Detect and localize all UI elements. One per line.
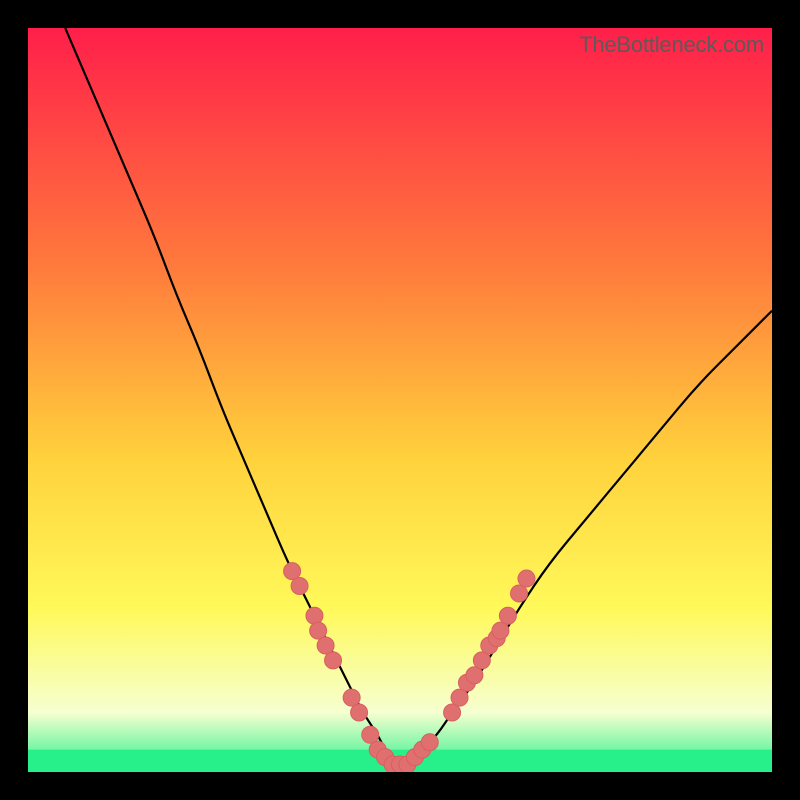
curve-marker	[499, 607, 516, 624]
chart-frame: TheBottleneck.com	[28, 28, 772, 772]
curve-marker	[343, 689, 360, 706]
curve-marker	[492, 622, 509, 639]
curve-marker	[306, 607, 323, 624]
curve-marker	[444, 704, 461, 721]
curve-marker	[466, 667, 483, 684]
curve-marker	[451, 689, 468, 706]
curve-marker	[473, 652, 490, 669]
curve-marker	[511, 585, 528, 602]
curve-marker	[421, 734, 438, 751]
curve-marker	[325, 652, 342, 669]
watermark-text: TheBottleneck.com	[579, 32, 764, 58]
curve-marker	[291, 578, 308, 595]
curve-marker	[362, 726, 379, 743]
curve-marker	[518, 570, 535, 587]
curve-marker	[310, 622, 327, 639]
gradient-background	[28, 28, 772, 772]
curve-marker	[317, 637, 334, 654]
curve-marker	[351, 704, 368, 721]
bottleneck-chart	[28, 28, 772, 772]
curve-marker	[284, 563, 301, 580]
